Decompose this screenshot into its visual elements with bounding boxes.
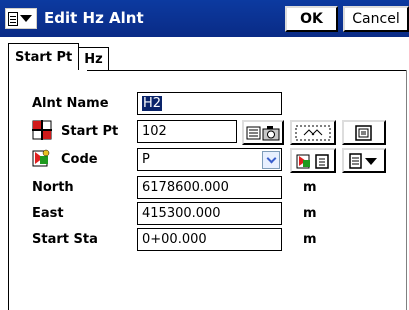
dropdown-arrow-icon (20, 15, 32, 22)
east-label: East (32, 206, 64, 221)
map-select-icon (295, 125, 331, 140)
code-list-icon (296, 153, 329, 169)
document-menu-icon (349, 152, 377, 169)
start-sta-unit: m (303, 232, 317, 247)
crosshair-point-icon[interactable] (32, 120, 52, 140)
alnt-name-value: H2 (142, 96, 163, 111)
start-sta-label: Start Sta (32, 232, 98, 247)
start-pt-input[interactable]: 102 (137, 120, 237, 143)
title-bar: Edit Hz Alnt OK Cancel (0, 0, 409, 37)
alnt-name-input[interactable]: H2 (137, 92, 282, 115)
start-sta-input[interactable]: 0+00.000 (137, 228, 282, 251)
notes-button[interactable] (342, 120, 386, 145)
document-icon (8, 11, 18, 26)
code-label: Code (61, 152, 98, 167)
code-combobox[interactable]: P (137, 148, 282, 171)
east-input[interactable]: 415300.000 (137, 202, 282, 225)
point-list-icon (246, 125, 280, 140)
point-list-button[interactable] (242, 120, 284, 145)
tab-start-pt[interactable]: Start Pt (8, 43, 80, 71)
code-list-button[interactable] (290, 148, 336, 173)
north-unit: m (303, 180, 317, 195)
start-pt-label: Start Pt (61, 124, 119, 139)
notes-icon (355, 124, 372, 141)
code-value: P (142, 152, 150, 167)
window-title: Edit Hz Alnt (44, 9, 144, 27)
north-label: North (32, 180, 74, 195)
map-select-button[interactable] (290, 120, 336, 145)
code-menu-button[interactable] (342, 148, 386, 173)
active-tab-joint (9, 70, 87, 72)
ok-button[interactable]: OK (285, 6, 338, 32)
east-unit: m (303, 206, 317, 221)
north-input[interactable]: 6178600.000 (137, 176, 282, 199)
alnt-name-label: Alnt Name (32, 96, 109, 111)
combo-chevron-down-icon[interactable] (262, 151, 280, 169)
code-library-icon[interactable] (32, 148, 52, 168)
tab-strip: Start Pt Hz (8, 43, 109, 71)
cancel-button[interactable]: Cancel (343, 6, 409, 32)
tab-hz[interactable]: Hz (79, 47, 109, 71)
document-menu-icon[interactable] (5, 8, 37, 29)
